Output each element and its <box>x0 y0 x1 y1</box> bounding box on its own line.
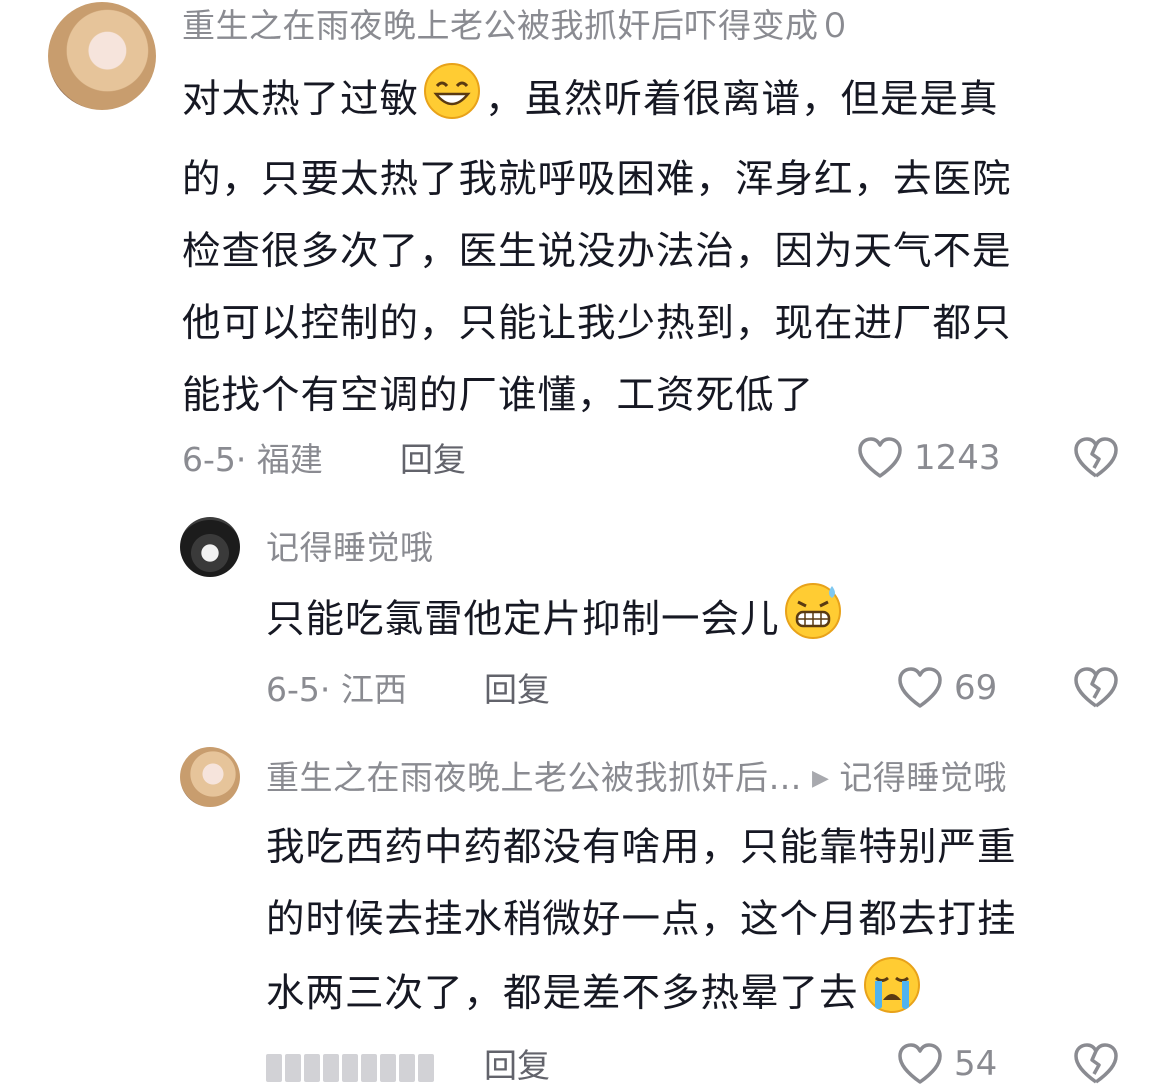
crying-emoji <box>863 956 921 1038</box>
redacted-date <box>266 1053 434 1082</box>
comment-text: 我吃西药中药都没有啥用，只能靠特别严重 的时候去挂水稍微好一点，这个月都去打挂 … <box>266 812 1146 1038</box>
avatar[interactable] <box>180 517 240 577</box>
comment-text: 对太热了过敏 ，虽然听着很离谱，但是是真 的，只要太热了我就呼吸困难，浑身红，去医… <box>182 62 1142 432</box>
like-button[interactable]: 1243 <box>856 436 1001 480</box>
comment-date-location: 6-5· 江西 <box>266 670 407 709</box>
reply-button[interactable]: 回复 <box>484 668 550 712</box>
like-button[interactable]: 54 <box>896 1042 997 1086</box>
broken-heart-icon[interactable] <box>1072 666 1120 710</box>
comment-line: 检查很多次了，医生说没办法治，因为天气不是 <box>182 229 1012 274</box>
heart-icon <box>898 1043 942 1084</box>
comment-line: 他可以控制的，只能让我少热到，现在进厂都只 <box>182 301 1012 346</box>
broken-heart-icon[interactable] <box>1072 436 1120 480</box>
comment-text: 只能吃氯雷他定片抑制一会儿 <box>266 582 1146 664</box>
grimacing-sweat-emoji <box>784 582 842 664</box>
comment-author[interactable]: 记得睡觉哦 <box>266 526 434 570</box>
reply-arrow-icon: ▶ <box>812 766 830 791</box>
comment-date-location <box>266 1044 434 1088</box>
grinning-sweat-emoji <box>423 62 481 144</box>
broken-heart-icon[interactable] <box>1072 1042 1120 1086</box>
comment-date-location: 6-5· 福建 <box>182 440 323 479</box>
comment-line: 水两三次了，都是差不多热晕了去 <box>266 971 859 1016</box>
reply-to-name[interactable]: 记得睡觉哦 <box>839 758 1007 797</box>
comment-line: ，虽然听着很离谱，但是是真 <box>485 77 999 122</box>
comment-line: 只能吃氯雷他定片抑制一会儿 <box>266 597 780 642</box>
heart-icon <box>898 667 942 708</box>
heart-icon <box>858 437 902 478</box>
reply-button[interactable]: 回复 <box>484 1044 550 1088</box>
comment-line: 对太热了过敏 <box>182 77 420 122</box>
like-count: 1243 <box>914 438 1001 478</box>
comment-line: 的，只要太热了我就呼吸困难，浑身红，去医院 <box>182 157 1012 202</box>
avatar[interactable] <box>180 747 240 807</box>
like-button[interactable]: 69 <box>896 666 997 710</box>
reply-button[interactable]: 回复 <box>400 438 466 482</box>
comment-author: 重生之在雨夜晚上老公被我抓奸后… ▶ 记得睡觉哦 <box>266 756 1007 801</box>
comment-line: 的时候去挂水稍微好一点，这个月都去打挂 <box>266 897 1017 942</box>
comment-author[interactable]: 重生之在雨夜晚上老公被我抓奸后吓得变成０ <box>182 4 852 48</box>
like-count: 54 <box>954 1044 998 1084</box>
like-count: 69 <box>954 668 998 708</box>
avatar[interactable] <box>48 2 156 110</box>
comment-line: 能找个有空调的厂谁懂，工资死低了 <box>182 373 815 418</box>
comment-line: 我吃西药中药都没有啥用，只能靠特别严重 <box>266 825 1017 870</box>
comment-author-name[interactable]: 重生之在雨夜晚上老公被我抓奸后… <box>266 758 802 797</box>
